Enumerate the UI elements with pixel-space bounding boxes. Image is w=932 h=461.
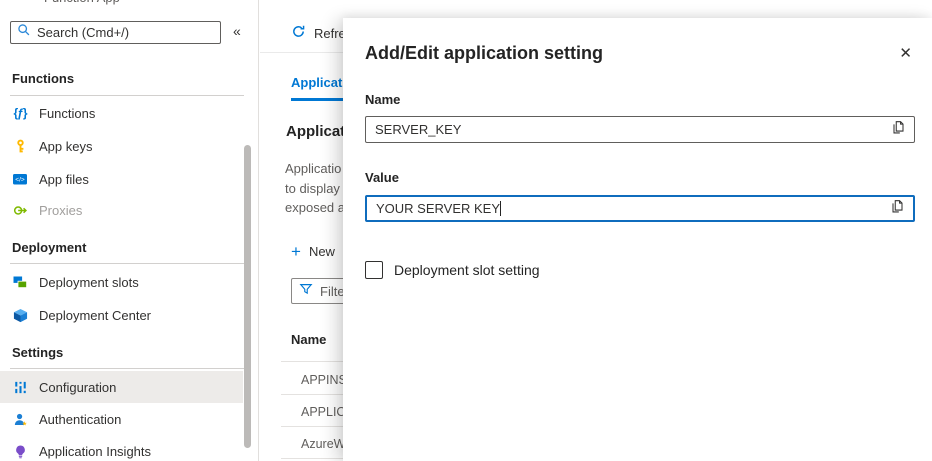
section-title-settings: Settings: [12, 345, 63, 360]
name-field[interactable]: SERVER_KEY: [365, 116, 915, 143]
application-insights-icon: [12, 443, 28, 459]
refresh-button[interactable]: Refre: [291, 24, 346, 42]
svg-text:★: ★: [21, 420, 26, 426]
sidebar-item-proxies[interactable]: Proxies: [0, 194, 243, 226]
text-caret: [500, 201, 501, 216]
deployment-slot-setting-row: Deployment slot setting: [365, 261, 540, 279]
svg-text:</>: </>: [15, 177, 25, 184]
value-field-label: Value: [365, 170, 399, 185]
value-field-value[interactable]: YOUR SERVER KEY: [367, 201, 881, 216]
add-edit-setting-panel: Add/Edit application setting ✕ Name SERV…: [343, 18, 932, 461]
new-button-label: New: [309, 244, 335, 259]
copy-value-button[interactable]: [881, 197, 913, 220]
close-icon[interactable]: ✕: [899, 44, 912, 62]
search-input[interactable]: [37, 25, 214, 40]
description-line: exposed a: [285, 198, 345, 218]
refresh-label: Refre: [314, 26, 346, 41]
deployment-center-icon: [12, 307, 28, 323]
configuration-icon: [12, 379, 28, 395]
sidebar-item-label: App files: [39, 172, 89, 187]
sidebar-item-label: App keys: [39, 139, 92, 154]
copy-icon: [891, 120, 906, 140]
sidebar-item-deployment-slots[interactable]: Deployment slots: [0, 266, 243, 298]
refresh-icon: [291, 24, 306, 42]
app-files-icon: </>: [12, 171, 28, 187]
new-application-setting-button[interactable]: + New: [291, 244, 335, 259]
deployment-slots-icon: [12, 274, 28, 290]
filter-funnel-icon: [299, 282, 313, 301]
sidebar-item-label: Deployment Center: [39, 308, 151, 323]
copy-name-button[interactable]: [882, 117, 914, 142]
sidebar-item-label: Authentication: [39, 412, 121, 427]
plus-icon: +: [291, 245, 301, 259]
authentication-icon: ★: [12, 411, 28, 427]
divider: [10, 95, 244, 96]
proxies-icon: [12, 202, 28, 218]
sidebar-item-app-files[interactable]: </> App files: [0, 163, 243, 195]
divider: [10, 263, 244, 264]
sidebar: Function App « Functions {ƒ} Functions A…: [0, 0, 259, 461]
divider: [10, 368, 244, 369]
sidebar-scrollbar[interactable]: [244, 145, 251, 448]
description-line: to display: [285, 179, 345, 199]
panel-title: Add/Edit application setting: [365, 43, 603, 64]
column-header-name: Name: [291, 332, 326, 347]
description-line: Applicatio: [285, 159, 345, 179]
value-field[interactable]: YOUR SERVER KEY: [365, 195, 915, 222]
deployment-slot-setting-checkbox[interactable]: [365, 261, 383, 279]
sidebar-item-label: Application Insights: [39, 444, 151, 459]
collapse-sidebar-button[interactable]: «: [233, 23, 241, 39]
section-title-functions: Functions: [12, 71, 74, 86]
app-title: Function App: [44, 0, 120, 5]
sidebar-item-label: Functions: [39, 106, 95, 121]
sidebar-search[interactable]: [10, 21, 221, 44]
sidebar-item-label: Deployment slots: [39, 275, 139, 290]
sidebar-item-configuration[interactable]: Configuration: [0, 371, 243, 403]
sidebar-item-functions[interactable]: {ƒ} Functions: [0, 97, 243, 129]
functions-icon: {ƒ}: [12, 105, 28, 121]
search-icon: [17, 23, 31, 42]
key-icon: [12, 138, 28, 154]
copy-icon: [890, 199, 905, 219]
name-field-label: Name: [365, 92, 400, 107]
sidebar-item-label: Configuration: [39, 380, 116, 395]
sidebar-item-deployment-center[interactable]: Deployment Center: [0, 299, 243, 331]
sidebar-item-application-insights[interactable]: Application Insights: [0, 435, 243, 461]
sidebar-item-app-keys[interactable]: App keys: [0, 130, 243, 162]
section-title-deployment: Deployment: [12, 240, 86, 255]
sidebar-item-authentication[interactable]: ★ Authentication: [0, 403, 243, 435]
name-field-value[interactable]: SERVER_KEY: [366, 122, 882, 137]
section-heading: Applicat: [286, 123, 345, 140]
sidebar-item-label: Proxies: [39, 203, 82, 218]
section-description: Applicatio to display exposed a: [285, 159, 345, 218]
deployment-slot-setting-label: Deployment slot setting: [394, 262, 540, 278]
azure-portal-screen: Function App « Functions {ƒ} Functions A…: [0, 0, 932, 461]
